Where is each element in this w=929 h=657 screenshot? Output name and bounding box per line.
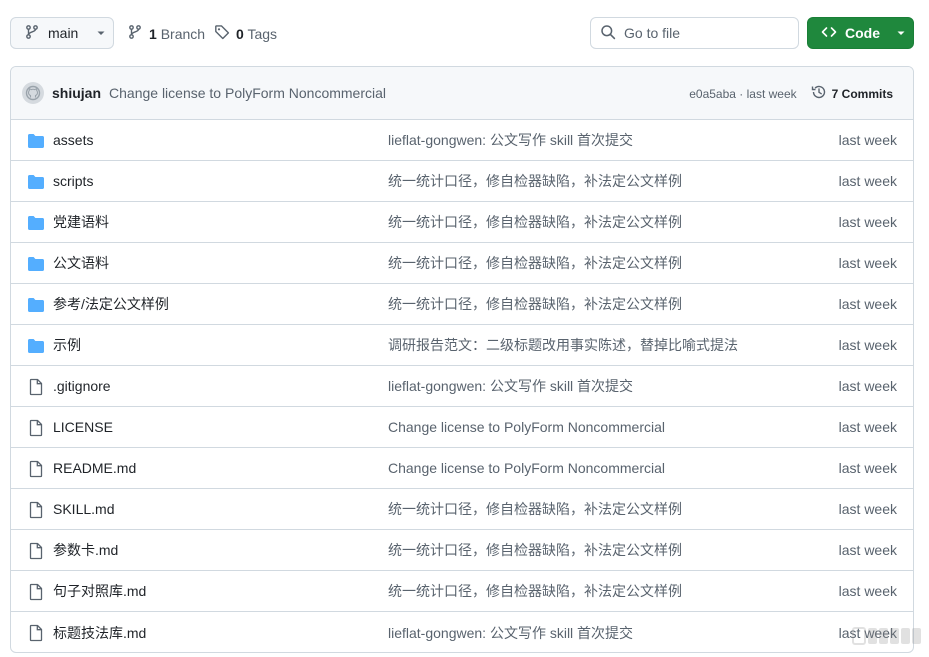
folder-icon [27,214,45,232]
file-row[interactable]: .gitignore lieflat-gongwen: 公文写作 skill 首次… [11,366,913,407]
branches-label: Branch [160,25,206,42]
go-to-file-field[interactable] [590,17,799,49]
tag-icon [214,24,230,43]
file-row[interactable]: 党建语料 统一统计口径，修自检器缺陷，补法定公文样例 last week [11,202,913,243]
commit-hash[interactable]: e0a5aba · last week [689,87,796,101]
file-name-link[interactable]: scripts [53,173,93,189]
commit-message-link[interactable]: 统一统计口径，修自检器缺陷，补法定公文样例 [388,499,682,519]
commit-message-link[interactable]: 统一统计口径，修自检器缺陷，补法定公文样例 [388,294,682,314]
file-row[interactable]: scripts 统一统计口径，修自检器缺陷，补法定公文样例 last week [11,161,913,202]
file-name-link[interactable]: 党建语料 [53,212,109,232]
commit-message-link[interactable]: Change license to PolyForm Noncommercial [388,460,665,476]
commit-message-link[interactable]: Change license to PolyForm Noncommercial [388,419,665,435]
git-branch-icon [127,24,143,43]
commit-time: last week [838,132,897,148]
watermark [852,627,921,645]
file-row[interactable]: 参考/法定公文样例 统一统计口径，修自检器缺陷，补法定公文样例 last week [11,284,913,325]
file-row[interactable]: README.md Change license to PolyForm Nonc… [11,448,913,489]
commit-time: last week [838,501,897,517]
folder-icon [27,337,45,355]
commit-message-link[interactable]: 统一统计口径，修自检器缺陷，补法定公文样例 [388,581,682,601]
commit-time: last week [838,255,897,271]
commit-time: last week [838,337,897,353]
branches-link[interactable]: 1 Branch [127,24,205,43]
search-icon [600,24,616,43]
commit-message-link[interactable]: 统一统计口径，修自检器缺陷，补法定公文样例 [388,212,682,232]
commits-count-label: 7 Commits [831,86,893,101]
commit-time: last week [838,542,897,558]
folder-icon [27,173,45,191]
file-name-link[interactable]: LICENSE [53,419,113,435]
caret-down-icon [896,25,906,41]
tags-count: 0 [236,25,244,42]
commit-message-link[interactable]: 调研报告范文：二级标题改用事实陈述，替掉比喻式提法 [388,335,738,355]
file-list: assets lieflat-gongwen: 公文写作 skill 首次提交 la… [11,120,913,652]
file-icon [27,624,45,642]
commit-message-link[interactable]: lieflat-gongwen: 公文写作 skill 首次提交 [388,376,633,396]
file-row[interactable]: 标题技法库.md lieflat-gongwen: 公文写作 skill 首次提交… [11,612,913,652]
branch-name: main [48,25,79,41]
commit-message-link[interactable]: lieflat-gongwen: 公文写作 skill 首次提交 [388,623,633,643]
caret-down-icon [96,25,106,41]
code-button-label: Code [845,25,880,41]
commits-link[interactable]: 7 Commits [811,84,893,103]
commit-message[interactable]: Change license to PolyForm Noncommercial [109,85,386,101]
git-branch-icon [24,24,40,43]
tags-label: Tags [247,25,278,42]
commit-meta: e0a5aba · last week 7 Commits [689,67,893,120]
avatar[interactable] [22,82,44,104]
file-icon [27,460,45,478]
code-button[interactable]: Code [807,17,914,49]
commit-message-link[interactable]: lieflat-gongwen: 公文写作 skill 首次提交 [388,130,633,150]
file-row[interactable]: LICENSE Change license to PolyForm Noncom… [11,407,913,448]
file-row[interactable]: 句子对照库.md 统一统计口径，修自检器缺陷，补法定公文样例 last week [11,571,913,612]
file-table: shiujan Change license to PolyForm Nonco… [10,66,914,653]
file-icon [27,542,45,560]
file-name-link[interactable]: 标题技法库.md [53,623,146,643]
commit-time: last week [838,214,897,230]
go-to-file-input[interactable] [624,25,794,41]
commit-time: last week [838,419,897,435]
code-icon [821,24,837,43]
file-icon [27,501,45,519]
file-name-link[interactable]: README.md [53,460,136,476]
commit-time: last week [838,173,897,189]
file-name-link[interactable]: 句子对照库.md [53,581,146,601]
branch-selector-button[interactable]: main [10,17,114,49]
repo-toolbar: main 1 Branch 0 Tags Code [0,0,929,66]
file-name-link[interactable]: .gitignore [53,378,111,394]
latest-commit-bar: shiujan Change license to PolyForm Nonco… [11,67,913,120]
file-icon [27,378,45,396]
history-icon [811,84,827,103]
file-row[interactable]: 示例 调研报告范文：二级标题改用事实陈述，替掉比喻式提法 last week [11,325,913,366]
commit-message-link[interactable]: 统一统计口径，修自检器缺陷，补法定公文样例 [388,540,682,560]
file-name-link[interactable]: 公文语料 [53,253,109,273]
file-name-link[interactable]: 参数卡.md [53,540,118,560]
commit-time: last week [838,296,897,312]
commit-author[interactable]: shiujan [52,85,101,101]
file-name-link[interactable]: SKILL.md [53,501,114,517]
commit-time: last week [838,460,897,476]
file-row[interactable]: SKILL.md 统一统计口径，修自检器缺陷，补法定公文样例 last week [11,489,913,530]
file-icon [27,419,45,437]
commit-message-link[interactable]: 统一统计口径，修自检器缺陷，补法定公文样例 [388,171,682,191]
commit-time: last week [838,378,897,394]
folder-icon [27,296,45,314]
file-row[interactable]: 参数卡.md 统一统计口径，修自检器缺陷，补法定公文样例 last week [11,530,913,571]
file-row[interactable]: assets lieflat-gongwen: 公文写作 skill 首次提交 la… [11,120,913,161]
folder-icon [27,132,45,150]
file-name-link[interactable]: 示例 [53,335,81,355]
commit-time: last week [838,583,897,599]
commit-message-link[interactable]: 统一统计口径，修自检器缺陷，补法定公文样例 [388,253,682,273]
file-row[interactable]: 公文语料 统一统计口径，修自检器缺陷，补法定公文样例 last week [11,243,913,284]
tags-link[interactable]: 0 Tags [214,24,277,43]
file-name-link[interactable]: assets [53,132,93,148]
file-name-link[interactable]: 参考/法定公文样例 [53,294,169,314]
folder-icon [27,255,45,273]
branches-count: 1 [149,25,157,42]
file-icon [27,583,45,601]
